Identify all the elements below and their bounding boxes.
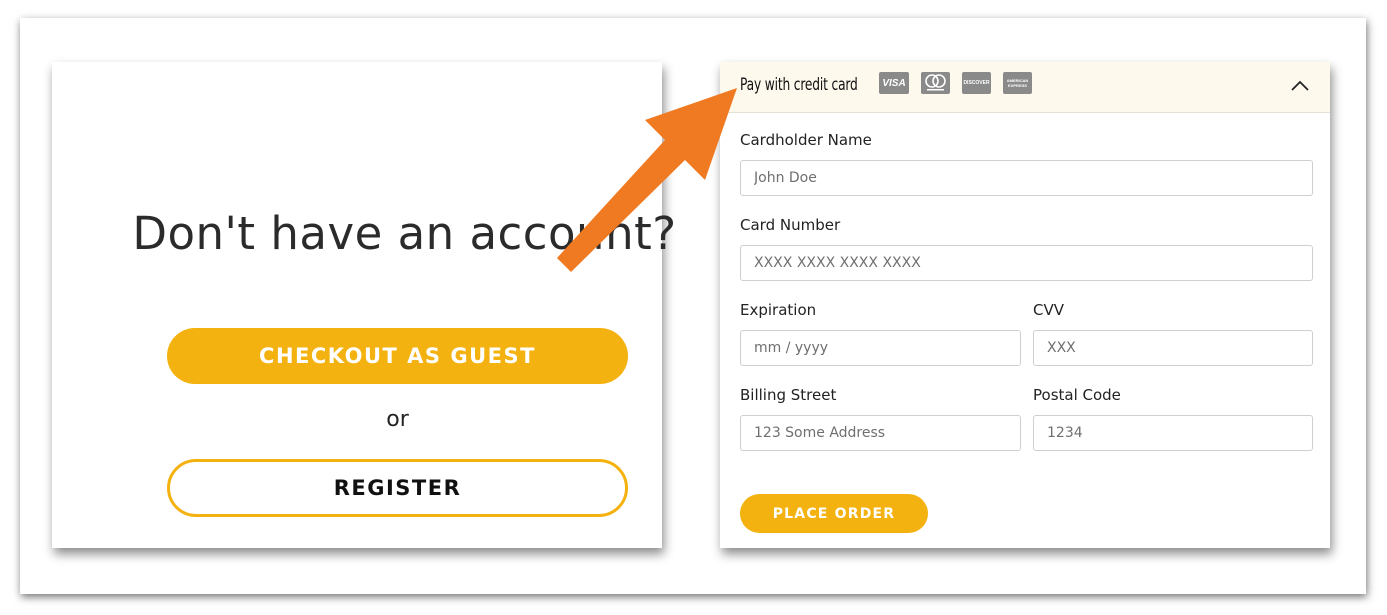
cvv-label: CVV <box>1033 301 1064 319</box>
chevron-up-icon[interactable] <box>1288 74 1312 98</box>
billing-street-input[interactable] <box>740 415 1021 451</box>
amex-icon: AMERICAN EXPRESS <box>1003 72 1032 94</box>
payment-header[interactable]: Pay with credit card VISA DISCOVER AMERI… <box>720 62 1330 113</box>
billing-street-label: Billing Street <box>740 386 837 404</box>
card-number-input[interactable] <box>740 245 1313 281</box>
expiration-label: Expiration <box>740 301 817 319</box>
postal-code-label: Postal Code <box>1033 386 1121 404</box>
or-separator: or <box>386 407 409 432</box>
cardholder-name-label: Cardholder Name <box>740 131 872 149</box>
mastercard-glyph <box>925 74 946 91</box>
register-button[interactable]: REGISTER <box>167 459 628 517</box>
cardholder-name-input[interactable] <box>740 160 1313 196</box>
discover-icon: DISCOVER <box>962 72 991 94</box>
postal-code-input[interactable] <box>1033 415 1313 451</box>
place-order-button[interactable]: PLACE ORDER <box>740 494 928 533</box>
arrow-icon <box>557 88 737 272</box>
cvv-input[interactable] <box>1033 330 1313 366</box>
expiration-input[interactable] <box>740 330 1021 366</box>
mastercard-icon <box>921 72 950 94</box>
payment-title: Pay with credit card <box>740 75 858 95</box>
payment-panel: Pay with credit card VISA DISCOVER AMERI… <box>720 62 1330 548</box>
checkout-as-guest-button[interactable]: CHECKOUT AS GUEST <box>167 328 628 384</box>
visa-icon: VISA <box>879 72 909 94</box>
card-number-label: Card Number <box>740 216 841 234</box>
